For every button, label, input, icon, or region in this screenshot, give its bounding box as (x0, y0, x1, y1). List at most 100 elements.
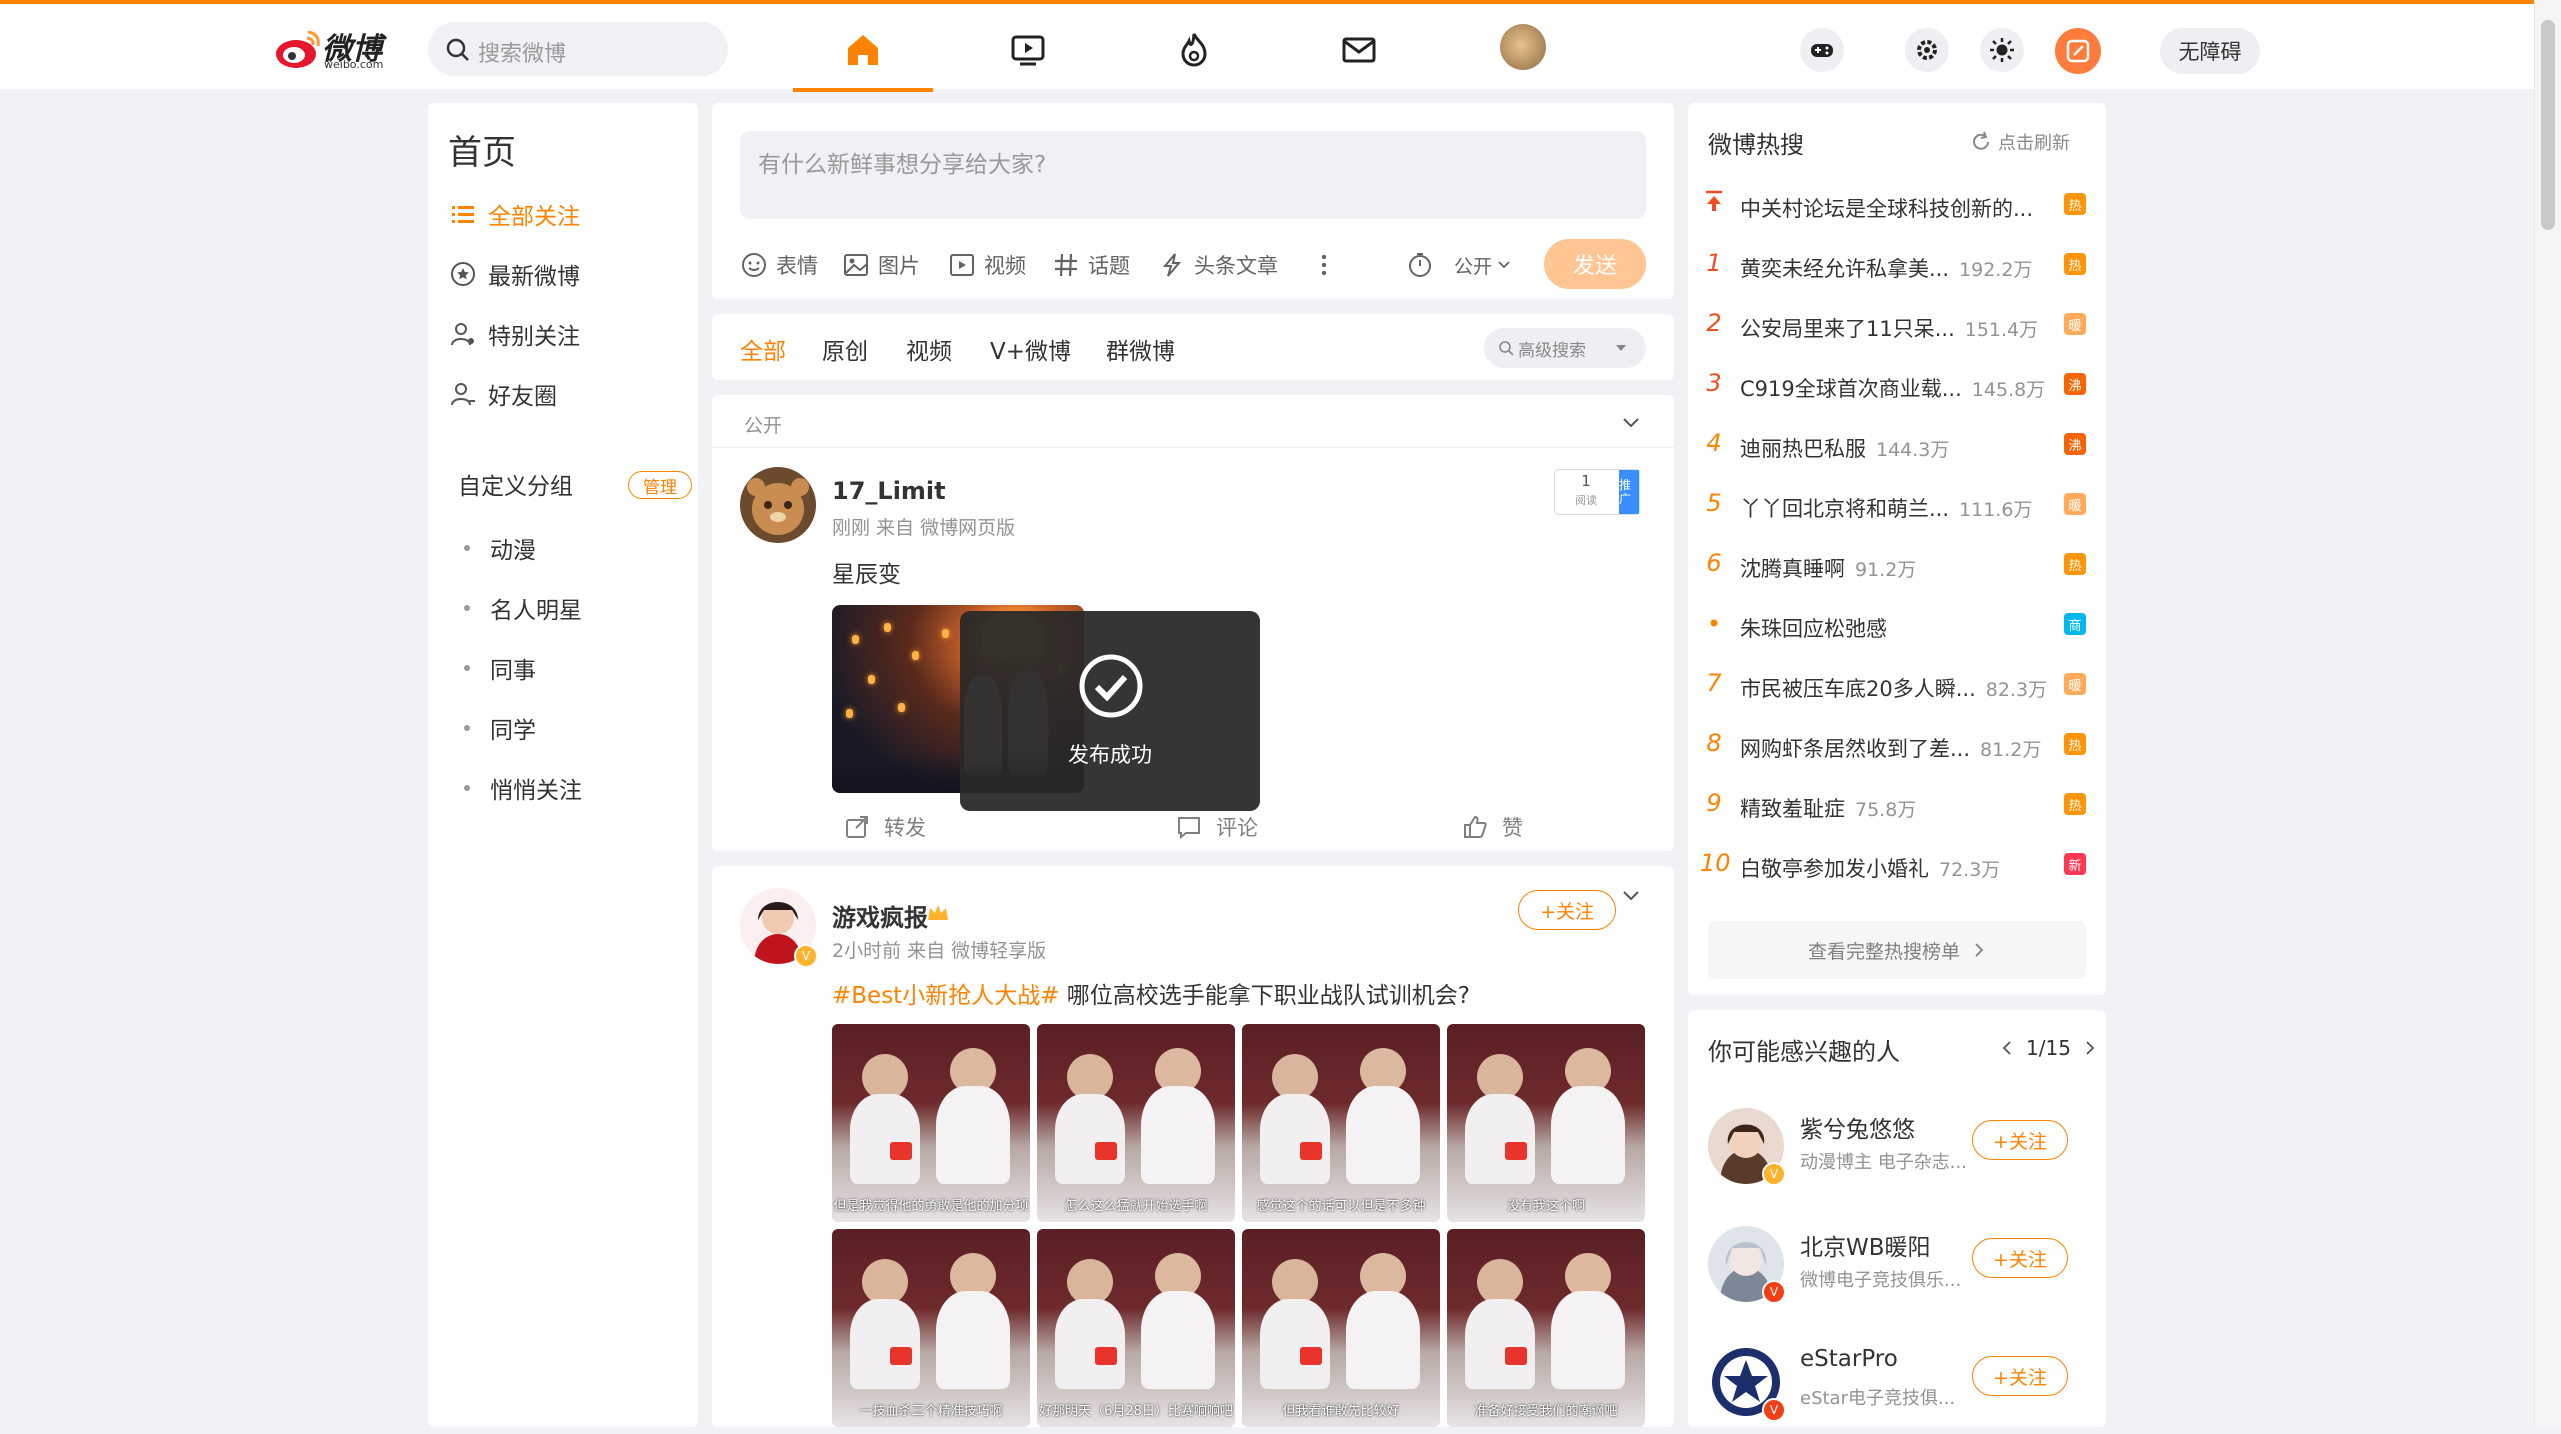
grid-image[interactable]: 但是我觉得他的勇敢是他的加分项 (832, 1024, 1030, 1222)
chevron-down-icon[interactable] (1620, 884, 1642, 906)
comment-button[interactable]: 评论 (1176, 809, 1258, 845)
advanced-search-box[interactable]: 高级搜索 (1484, 328, 1646, 368)
send-button[interactable]: 发送 (1544, 239, 1646, 289)
group-item[interactable]: 同事 (464, 651, 536, 685)
hot-search-item[interactable]: 4 迪丽热巴私服 144.3万 沸 (1688, 425, 2106, 465)
tab-original[interactable]: 原创 (822, 332, 868, 366)
refresh-button[interactable]: 点击刷新 (1970, 129, 2070, 155)
grid-image[interactable]: 感觉这个的话可以但是不多钟 (1242, 1024, 1440, 1222)
image-tool[interactable]: 图片 (842, 247, 920, 283)
person-name[interactable]: 紫兮兔悠悠 (1800, 1110, 1915, 1144)
hot-search-item[interactable]: 6 沈腾真睡啊 91.2万 热 (1688, 545, 2106, 585)
chevron-right-icon[interactable] (2081, 1039, 2099, 1057)
post-author-name[interactable]: 17_Limit (832, 477, 946, 505)
emoji-tool[interactable]: 表情 (740, 247, 818, 283)
hot-search-item[interactable]: 10 白敬亭参加发小婚礼 72.3万 新 (1688, 845, 2106, 885)
topic-link[interactable]: #Best小新抢人大战# (832, 983, 1059, 1009)
hot-search-item[interactable]: 1 黄奕未经允许私拿美... 192.2万 热 (1688, 245, 2106, 285)
hot-search-item[interactable]: 5 丫丫回北京将和萌兰... 111.6万 暖 (1688, 485, 2106, 525)
logo-subtext: weibo.com (324, 58, 384, 71)
nav-home[interactable] (793, 8, 933, 92)
tab-group[interactable]: 群微博 (1106, 332, 1175, 366)
weibo-logo[interactable]: 微博 weibo.com (274, 24, 409, 74)
visibility-dropdown[interactable]: 公开 (1454, 247, 1520, 283)
follow-button[interactable]: +关注 (1972, 1238, 2068, 1278)
hot-search-text: 网购虾条居然收到了差... 81.2万 (1740, 733, 2041, 763)
hot-search-title: 公安局里来了11只呆... (1740, 317, 1955, 341)
hot-rank: 7 (1706, 669, 1722, 697)
hot-search-title: 朱珠回应松弛感 (1740, 617, 1887, 641)
nav-hot[interactable] (1124, 8, 1264, 92)
accessibility-button[interactable]: 无障碍 (2160, 28, 2260, 74)
lantern-shape (898, 703, 905, 712)
more-tools-button[interactable] (1310, 247, 1346, 283)
hot-tag-badge: 暖 (2064, 493, 2086, 515)
post-author-avatar[interactable] (740, 467, 816, 543)
post-author-name[interactable]: 游戏疯报 (832, 898, 928, 933)
like-button[interactable]: 赞 (1462, 809, 1523, 845)
hot-rank: 5 (1706, 489, 1722, 517)
sidebar-item-latest[interactable]: 最新微博 (450, 254, 580, 294)
image-caption: 但是我觉得他的勇敢是他的加分项 (833, 1199, 1029, 1214)
hot-search-item[interactable]: 中关村论坛是全球科技创新的... 热 (1688, 185, 2106, 225)
sun-icon (1990, 38, 2014, 62)
post-text-body: 哪位高校选手能拿下职业战队试训机会? (1059, 983, 1471, 1009)
grid-image[interactable]: 好那明天（6月28日）比赛响响吧 (1037, 1229, 1235, 1427)
hot-search-item[interactable]: 9 精致羞耻症 75.8万 热 (1688, 785, 2106, 825)
article-tool[interactable]: 头条文章 (1158, 247, 1278, 283)
chevron-left-icon[interactable] (1998, 1039, 2016, 1057)
group-item[interactable]: 悄悄关注 (464, 771, 582, 805)
grid-image[interactable]: 但我看谁敢先比较好 (1242, 1229, 1440, 1427)
grid-image[interactable]: 没有我这个啊 (1447, 1024, 1645, 1222)
tab-vplus[interactable]: V+微博 (990, 332, 1071, 366)
search-box[interactable]: 搜索微博 (428, 22, 728, 76)
user-avatar[interactable] (1500, 24, 1546, 70)
hot-tag-badge: 商 (2064, 613, 2086, 635)
hot-search-text: 迪丽热巴私服 144.3万 (1740, 433, 1949, 463)
nav-messages[interactable] (1289, 8, 1429, 92)
grid-image[interactable]: 准备好接受我们的嘲讽吧 (1447, 1229, 1645, 1427)
theme-toggle[interactable] (1980, 28, 2024, 72)
follow-button[interactable]: +关注 (1972, 1356, 2068, 1396)
scrollbar-thumb[interactable] (2541, 20, 2555, 230)
hot-search-item[interactable]: 3 C919全球首次商业载... 145.8万沸 (1688, 365, 2106, 405)
hot-search-item[interactable]: 朱珠回应松弛感 商 (1688, 605, 2106, 645)
group-item[interactable]: 动漫 (464, 531, 536, 565)
custom-group-title: 自定义分组 (458, 474, 573, 500)
repost-button[interactable]: 转发 (844, 809, 926, 845)
person-name[interactable]: 北京WB暖阳 (1800, 1228, 1931, 1262)
hot-search-item[interactable]: 7 市民被压车底20多人瞬... 82.3万暖 (1688, 665, 2106, 705)
read-count-badge[interactable]: 1 阅读 推广 (1554, 469, 1640, 515)
page-scrollbar[interactable] (2534, 0, 2561, 1427)
divider (712, 447, 1674, 448)
hot-search-item[interactable]: 2 公安局里来了11只呆... 151.4万 暖 (1688, 305, 2106, 345)
view-full-hot-list-button[interactable]: 查看完整热搜榜单 (1708, 921, 2086, 979)
nav-video[interactable] (958, 8, 1098, 92)
compose-button[interactable] (2055, 28, 2101, 74)
compose-textarea[interactable]: 有什么新鲜事想分享给大家? (740, 131, 1646, 219)
list-icon (452, 206, 474, 223)
chevron-down-icon[interactable] (1620, 411, 1642, 433)
schedule-button[interactable] (1406, 247, 1442, 283)
grid-image[interactable]: 一技血杀三个精准技巧啊 (832, 1229, 1030, 1427)
sidebar-item-label: 全部关注 (488, 204, 580, 230)
settings-button[interactable] (1905, 28, 1949, 72)
person-name[interactable]: eStarPro (1800, 1346, 1898, 1372)
manage-groups-button[interactable]: 管理 (628, 471, 692, 499)
sidebar-item-friends[interactable]: 好友圈 (450, 374, 557, 414)
user-group-icon (451, 383, 475, 406)
video-tool[interactable]: 视频 (948, 247, 1026, 283)
grid-image[interactable]: 怎么这么猛就开始选手啊 (1037, 1024, 1235, 1222)
topic-tool[interactable]: 话题 (1052, 247, 1130, 283)
group-item[interactable]: 同学 (464, 711, 536, 745)
promote-label[interactable]: 推广 (1619, 470, 1639, 514)
sidebar-item-special[interactable]: 特别关注 (450, 314, 580, 354)
tab-all[interactable]: 全部 (740, 332, 786, 366)
tab-video[interactable]: 视频 (906, 332, 952, 366)
hot-search-item[interactable]: 8 网购虾条居然收到了差... 81.2万热 (1688, 725, 2106, 765)
follow-button[interactable]: +关注 (1972, 1120, 2068, 1160)
follow-button[interactable]: +关注 (1518, 890, 1616, 930)
group-item[interactable]: 名人明星 (464, 591, 582, 625)
sidebar-item-all-following[interactable]: 全部关注 (450, 194, 580, 234)
game-button[interactable] (1800, 28, 1844, 72)
